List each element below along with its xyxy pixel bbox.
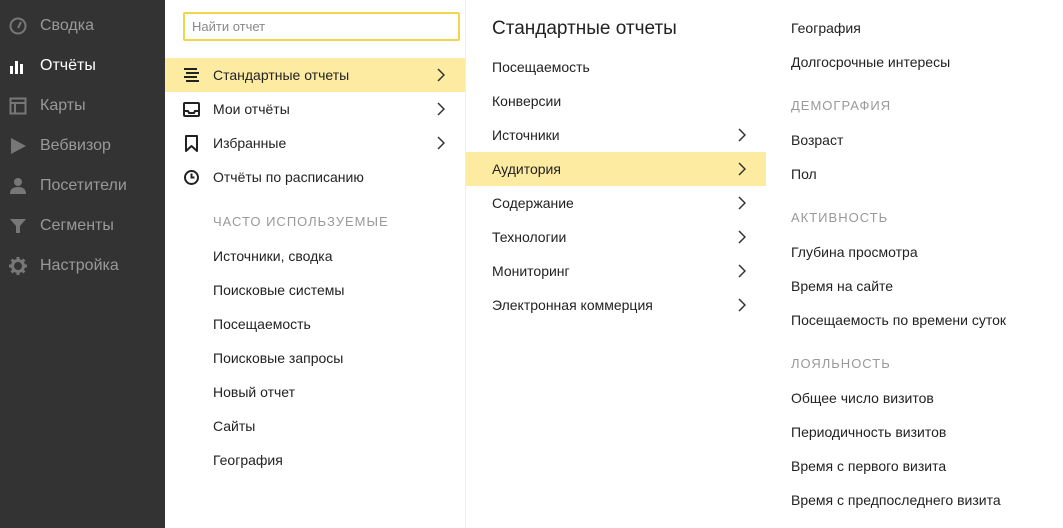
sidebar-item-webvisor[interactable]: Вебвизор [0, 126, 165, 166]
chevron-right-icon [437, 68, 445, 82]
panel-title: Стандартные отчеты [492, 18, 677, 39]
frequent-link[interactable]: Новый отчет [213, 384, 295, 400]
sidebar-item-label: Карты [40, 97, 86, 114]
activity-section-title: АКТИВНОСТЬ [791, 210, 889, 225]
menu-item-label: Стандартные отчеты [213, 67, 350, 83]
report-item-ecommerce[interactable]: Электронная коммерция [466, 288, 766, 322]
audience-link[interactable]: Время с предпоследнего визита [791, 492, 1001, 508]
sidebar-item-settings[interactable]: Настройка [0, 246, 165, 286]
report-item-label: Аудитория [492, 161, 561, 177]
bookmark-icon [185, 135, 198, 152]
audience-link[interactable]: Общее число визитов [791, 390, 934, 406]
frequent-link[interactable]: Источники, сводка [213, 248, 333, 264]
report-item-content[interactable]: Содержание [466, 186, 766, 220]
menu-item-label: Избранные [213, 135, 287, 151]
loyalty-section-title: ЛОЯЛЬНОСТЬ [791, 356, 891, 371]
reports-menu: Стандартные отчеты Мои отчёты Избранные … [165, 0, 465, 528]
sidebar-item-label: Сводка [40, 17, 95, 34]
menu-item-standard-reports[interactable]: Стандартные отчеты [165, 58, 465, 92]
sidebar-item-label: Посетители [40, 177, 127, 194]
sidebar-item-reports[interactable]: Отчёты [0, 46, 165, 86]
frequent-link[interactable]: Посещаемость [213, 316, 311, 332]
report-item-sources[interactable]: Источники [466, 118, 766, 152]
frequent-section-title: ЧАСТО ИСПОЛЬЗУЕМЫЕ [213, 214, 389, 229]
chevron-right-icon [738, 264, 746, 278]
menu-item-favorites[interactable]: Избранные [165, 126, 465, 160]
audience-link[interactable]: Пол [791, 166, 817, 182]
chevron-right-icon [738, 196, 746, 210]
gear-icon [9, 257, 27, 275]
frequent-link[interactable]: География [213, 452, 283, 468]
chevron-right-icon [437, 102, 445, 116]
report-item-label: Мониторинг [492, 263, 570, 279]
funnel-icon [10, 219, 26, 233]
frequent-link[interactable]: Поисковые запросы [213, 350, 343, 366]
clock-icon [184, 170, 199, 185]
report-item-label: Конверсии [492, 93, 562, 109]
sidebar: Сводка Отчёты Карты Вебвизор Посетители [0, 0, 165, 528]
demography-section-title: ДЕМОГРАФИЯ [791, 98, 892, 113]
report-item-monitoring[interactable]: Мониторинг [466, 254, 766, 288]
report-item-conversions[interactable]: Конверсии [466, 84, 766, 118]
report-item-audience[interactable]: Аудитория [466, 152, 766, 186]
report-item-label: Источники [492, 127, 560, 143]
audience-reports-panel: География Долгосрочные интересы ДЕМОГРАФ… [766, 0, 1063, 528]
report-item-technologies[interactable]: Технологии [466, 220, 766, 254]
sidebar-item-segments[interactable]: Сегменты [0, 206, 165, 246]
gauge-icon [9, 17, 27, 35]
user-icon [10, 178, 26, 194]
audience-link[interactable]: Время с первого визита [791, 458, 946, 474]
list-icon [184, 68, 199, 82]
frequent-link[interactable]: Поисковые системы [213, 282, 344, 298]
chevron-right-icon [738, 128, 746, 142]
sidebar-item-label: Настройка [40, 257, 119, 274]
play-icon [11, 138, 26, 154]
menu-item-my-reports[interactable]: Мои отчёты [165, 92, 465, 126]
sidebar-item-maps[interactable]: Карты [0, 86, 165, 126]
chevron-right-icon [738, 230, 746, 244]
bar-chart-icon [10, 61, 23, 74]
audience-link[interactable]: Глубина просмотра [791, 244, 918, 260]
audience-link[interactable]: Возраст [791, 132, 843, 148]
sidebar-item-label: Вебвизор [40, 137, 111, 154]
sidebar-item-summary[interactable]: Сводка [0, 6, 165, 46]
chevron-right-icon [738, 298, 746, 312]
map-layout-icon [9, 97, 27, 115]
report-item-label: Содержание [492, 195, 574, 211]
audience-link[interactable]: География [791, 20, 861, 36]
report-item-label: Посещаемость [492, 59, 590, 75]
menu-item-label: Мои отчёты [213, 101, 290, 117]
chevron-right-icon [738, 162, 746, 176]
standard-reports-panel: Стандартные отчеты Посещаемость Конверси… [465, 0, 767, 528]
report-item-label: Электронная коммерция [492, 297, 653, 313]
frequent-link[interactable]: Сайты [213, 418, 255, 434]
audience-link[interactable]: Периодичность визитов [791, 424, 946, 440]
sidebar-item-label: Отчёты [40, 57, 96, 74]
inbox-icon [183, 102, 200, 117]
audience-link[interactable]: Время на сайте [791, 278, 893, 294]
audience-link[interactable]: Посещаемость по времени суток [791, 312, 1006, 328]
sidebar-item-label: Сегменты [40, 217, 114, 234]
audience-link[interactable]: Долгосрочные интересы [791, 54, 950, 70]
report-item-attendance[interactable]: Посещаемость [466, 50, 766, 84]
sidebar-item-visitors[interactable]: Посетители [0, 166, 165, 206]
search-input[interactable] [183, 12, 460, 41]
report-item-label: Технологии [492, 229, 567, 245]
menu-item-scheduled-reports[interactable]: Отчёты по расписанию [165, 160, 465, 194]
chevron-right-icon [437, 136, 445, 150]
menu-item-label: Отчёты по расписанию [213, 169, 364, 185]
